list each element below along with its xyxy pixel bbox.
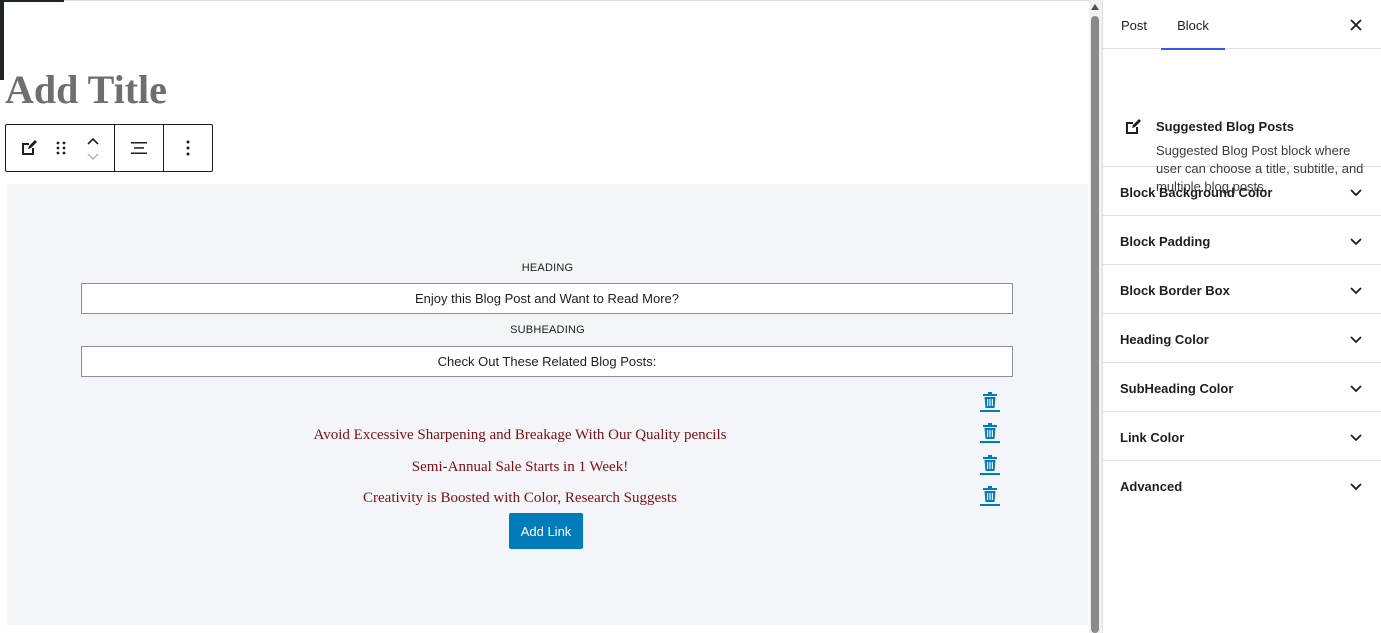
trash-icon xyxy=(983,423,997,439)
delete-link-button[interactable] xyxy=(979,392,1001,416)
toolbar-group-align xyxy=(115,125,164,171)
settings-sidebar: Post Block Suggested Blog Posts Suggeste… xyxy=(1102,0,1381,633)
panel-label: SubHeading Color xyxy=(1120,381,1234,396)
panel-heading-color[interactable]: Heading Color xyxy=(1103,314,1381,363)
close-icon xyxy=(1350,19,1362,31)
panel-label: Block Padding xyxy=(1120,234,1211,249)
heading-input[interactable] xyxy=(81,283,1013,314)
add-link-button[interactable]: Add Link xyxy=(509,513,583,549)
list-item xyxy=(7,392,1088,416)
panel-label: Link Color xyxy=(1120,430,1185,445)
heading-label: HEADING xyxy=(521,262,574,274)
suggested-blog-posts-block[interactable]: HEADING SUBHEADING Avoid Excessive Sharp… xyxy=(7,184,1088,625)
list-item: Creativity is Boosted with Color, Resear… xyxy=(7,486,1088,510)
trash-icon xyxy=(983,486,997,502)
panel-advanced[interactable]: Advanced xyxy=(1103,461,1381,510)
block-toolbar xyxy=(5,124,213,172)
chevron-down-icon xyxy=(1350,434,1362,442)
blog-post-link[interactable]: Avoid Excessive Sharpening and Breakage … xyxy=(81,423,959,447)
more-options-button[interactable] xyxy=(165,125,211,171)
toolbar-group-options xyxy=(164,125,212,171)
subheading-input[interactable] xyxy=(81,346,1013,377)
blog-post-link[interactable]: Semi-Annual Sale Starts in 1 Week! xyxy=(81,455,959,479)
subheading-label: SUBHEADING xyxy=(510,324,585,336)
align-button[interactable] xyxy=(116,125,162,171)
align-center-icon xyxy=(131,142,147,154)
move-up-button[interactable] xyxy=(86,132,100,150)
sidebar-tabs: Post Block xyxy=(1103,0,1381,50)
block-card: Suggested Blog Posts Suggested Blog Post… xyxy=(1103,49,1381,194)
panel-block-background-color[interactable]: Block Background Color xyxy=(1103,167,1381,216)
tab-block-label: Block xyxy=(1177,18,1209,33)
list-item: Semi-Annual Sale Starts in 1 Week! xyxy=(7,455,1088,479)
delete-link-button[interactable] xyxy=(979,486,1001,510)
block-type-button[interactable] xyxy=(6,125,52,171)
trash-icon xyxy=(983,392,997,408)
panel-link-color[interactable]: Link Color xyxy=(1103,412,1381,461)
editor-canvas: Add Title HEADING Enjoy this Blog Post a… xyxy=(0,0,1089,633)
drag-handle-button[interactable] xyxy=(52,125,72,171)
delete-link-button[interactable] xyxy=(979,423,1001,447)
chevron-down-icon xyxy=(1350,385,1362,393)
chevron-down-icon xyxy=(1350,336,1362,344)
chevron-down-icon xyxy=(1350,483,1362,491)
editor-top-border xyxy=(64,0,1089,1)
drag-handle-icon xyxy=(57,141,66,155)
list-item: Avoid Excessive Sharpening and Breakage … xyxy=(7,423,1088,447)
chevron-down-icon xyxy=(87,153,99,160)
panel-block-border-box[interactable]: Block Border Box xyxy=(1103,265,1381,314)
editor-scrollbar[interactable] xyxy=(1089,0,1102,633)
admin-menu-fragment xyxy=(0,0,4,80)
chevron-down-icon xyxy=(1350,238,1362,246)
tab-block[interactable]: Block xyxy=(1161,0,1225,50)
post-title-placeholder[interactable]: Add Title xyxy=(5,66,167,114)
block-card-title: Suggested Blog Posts xyxy=(1156,119,1294,134)
mover-controls xyxy=(71,125,114,171)
chevron-up-icon xyxy=(87,137,99,145)
admin-bar-fragment xyxy=(0,0,64,2)
panel-subheading-color[interactable]: SubHeading Color xyxy=(1103,363,1381,412)
scrollbar-thumb[interactable] xyxy=(1091,16,1099,633)
toolbar-group-block xyxy=(6,125,115,171)
blog-post-link[interactable]: Creativity is Boosted with Color, Resear… xyxy=(81,486,959,510)
delete-link-button[interactable] xyxy=(979,455,1001,479)
chevron-down-icon xyxy=(1350,287,1362,295)
close-sidebar-button[interactable] xyxy=(1345,14,1367,36)
edit-square-icon xyxy=(21,140,37,155)
panel-label: Block Border Box xyxy=(1120,283,1230,298)
move-down-button[interactable] xyxy=(86,150,100,164)
panel-label: Advanced xyxy=(1120,479,1183,494)
tab-post[interactable]: Post xyxy=(1121,0,1147,49)
panel-label: Heading Color xyxy=(1120,332,1209,347)
edit-square-icon xyxy=(1126,119,1141,134)
panel-block-padding[interactable]: Block Padding xyxy=(1103,216,1381,265)
panel-label: Block Background Color xyxy=(1120,185,1273,200)
trash-icon xyxy=(983,455,997,471)
more-vertical-icon xyxy=(186,140,190,156)
chevron-down-icon xyxy=(1350,189,1362,197)
scroll-up-arrow-icon[interactable] xyxy=(1091,4,1099,10)
